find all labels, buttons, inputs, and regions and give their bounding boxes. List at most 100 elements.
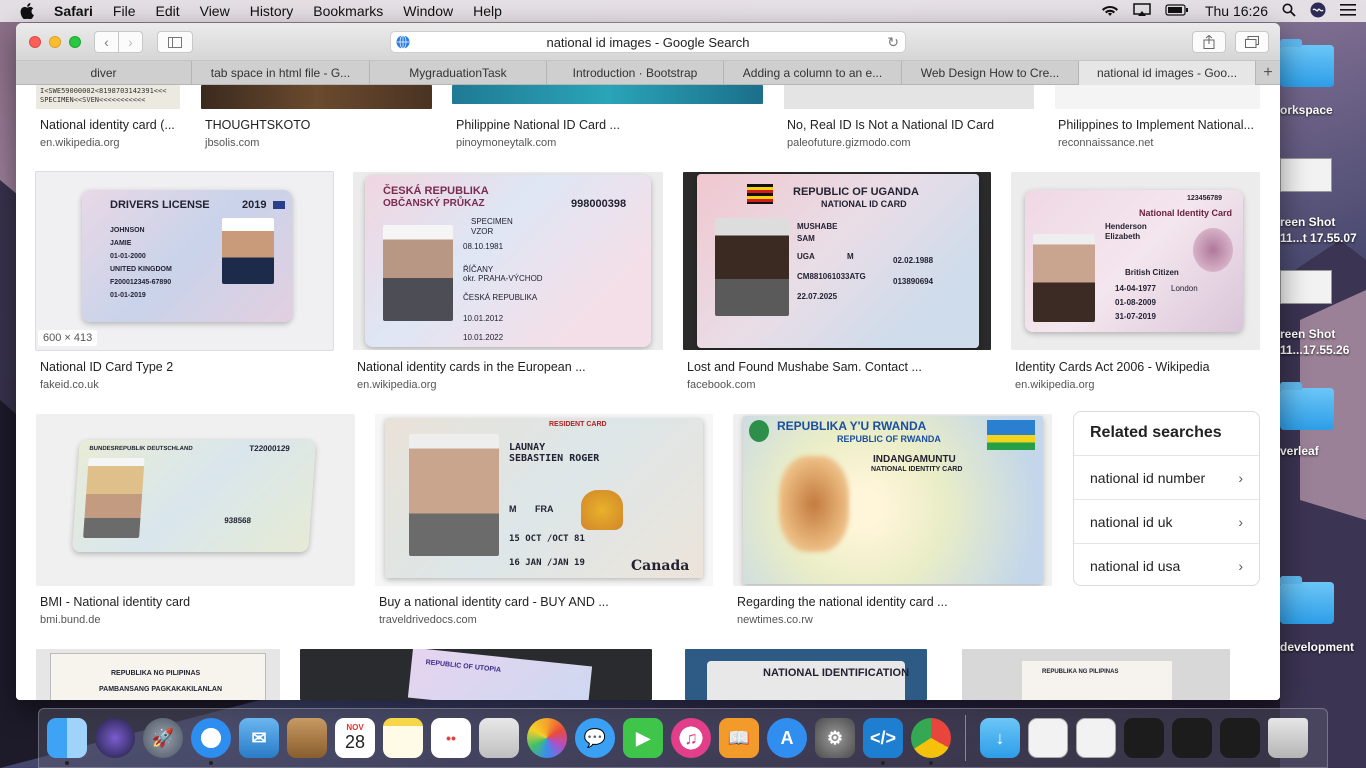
desktop-screenshot-icon[interactable] xyxy=(1280,158,1332,192)
tab-tab-space[interactable]: tab space in html file - G... xyxy=(192,61,370,85)
result-image[interactable] xyxy=(1055,85,1260,109)
tab-adding-column[interactable]: Adding a column to an e... xyxy=(724,61,902,85)
back-button[interactable]: ‹ xyxy=(94,31,119,53)
result-caption[interactable]: Regarding the national identity card ... xyxy=(737,595,948,609)
downloads-folder-icon[interactable]: ↓ xyxy=(980,718,1020,758)
app-store-icon[interactable]: A xyxy=(767,718,807,758)
result-source[interactable]: paleofuture.gizmodo.com xyxy=(787,137,911,149)
result-image-german-id[interactable]: BUNDESREPUBLIK DEUTSCHLAND T22000129 938… xyxy=(36,414,355,586)
new-tab-button[interactable]: + xyxy=(1256,61,1280,84)
apple-icon[interactable] xyxy=(20,3,40,19)
result-image-philippines-id[interactable]: REPUBLIKA NG PILIPINAS PAMBANSANG PAGKAK… xyxy=(36,649,280,700)
result-source[interactable]: en.wikipedia.org xyxy=(1015,379,1095,391)
result-image-uganda-id[interactable]: REPUBLIC OF UGANDA NATIONAL ID CARD MUSH… xyxy=(683,172,991,350)
related-search-item[interactable]: national id usa › xyxy=(1074,544,1259,588)
recent-document-icon[interactable] xyxy=(1076,718,1116,758)
chrome-icon[interactable] xyxy=(911,718,951,765)
finder-icon[interactable] xyxy=(47,718,87,765)
fullscreen-window-button[interactable] xyxy=(69,36,81,48)
airplay-icon[interactable] xyxy=(1133,2,1151,20)
share-button[interactable] xyxy=(1192,31,1226,53)
result-caption[interactable]: Identity Cards Act 2006 - Wikipedia xyxy=(1015,360,1210,374)
recent-document-icon[interactable] xyxy=(1028,718,1068,758)
result-source[interactable]: facebook.com xyxy=(687,379,755,391)
desktop-label-screenshot-1[interactable]: reen Shot xyxy=(1280,215,1335,229)
menu-help[interactable]: Help xyxy=(473,3,502,19)
notification-center-icon[interactable] xyxy=(1340,3,1356,20)
desktop-label-overleaf[interactable]: verleaf xyxy=(1280,444,1319,458)
minimize-window-button[interactable] xyxy=(49,36,61,48)
tab-web-design[interactable]: Web Design How to Cre... xyxy=(902,61,1079,85)
result-image-national-identification[interactable]: NATIONAL IDENTIFICATION xyxy=(685,649,927,700)
result-image-philippines-id-2[interactable]: REPUBLIKA NG PILIPINAS xyxy=(962,649,1230,700)
result-caption[interactable]: No, Real ID Is Not a National ID Card xyxy=(787,118,994,132)
result-caption[interactable]: BMI - National identity card xyxy=(40,595,190,609)
result-caption[interactable]: National identity cards in the European … xyxy=(357,360,586,374)
facetime-icon[interactable]: ▶ xyxy=(623,718,663,758)
result-image[interactable] xyxy=(452,85,763,104)
reminders-icon[interactable]: •• xyxy=(431,718,471,758)
launchpad-icon[interactable]: 🚀 xyxy=(143,718,183,758)
menu-app-name[interactable]: Safari xyxy=(54,3,93,19)
result-image[interactable] xyxy=(201,85,432,109)
photo-booth-icon[interactable] xyxy=(479,718,519,758)
result-image-utopia-id[interactable]: REPUBLIC OF UTOPIA xyxy=(300,649,652,700)
result-source[interactable]: jbsolis.com xyxy=(205,137,259,149)
desktop-folder-icon[interactable] xyxy=(1280,39,1334,87)
result-caption[interactable]: National ID Card Type 2 xyxy=(40,360,173,374)
result-image-uk-identity-card[interactable]: 123456789 National Identity Card Henders… xyxy=(1011,172,1260,350)
notes-icon[interactable] xyxy=(383,718,423,758)
vscode-icon[interactable]: </> xyxy=(863,718,903,765)
result-source[interactable]: en.wikipedia.org xyxy=(357,379,437,391)
desktop-label-screenshot-1-time[interactable]: 11...t 17.55.07 xyxy=(1280,231,1357,245)
related-search-item[interactable]: national id uk › xyxy=(1074,500,1259,544)
forward-button[interactable]: › xyxy=(118,31,143,53)
spotlight-icon[interactable] xyxy=(1282,3,1296,20)
calendar-icon[interactable]: NOV 28 xyxy=(335,718,375,758)
address-bar[interactable]: national id images - Google Search ↻ xyxy=(390,31,906,53)
siri-icon[interactable] xyxy=(1310,2,1326,21)
tab-diver[interactable]: diver xyxy=(16,61,192,85)
result-source[interactable]: en.wikipedia.org xyxy=(40,137,120,149)
safari-icon[interactable] xyxy=(191,718,231,765)
result-image-canada-resident-card[interactable]: RESIDENT CARD LAUNAY SEBASTIEN ROGER M F… xyxy=(375,414,713,586)
terminal-window-icon[interactable] xyxy=(1124,718,1164,758)
result-source[interactable]: pinoymoneytalk.com xyxy=(456,137,556,149)
result-caption[interactable]: THOUGHTSKOTO xyxy=(205,118,310,132)
show-tabs-button[interactable] xyxy=(1235,31,1269,53)
result-caption[interactable]: Lost and Found Mushabe Sam. Contact ... xyxy=(687,360,922,374)
result-image-drivers-license[interactable]: DRIVERS LICENSE 2019 JOHNSON JAMIE 01-01… xyxy=(36,172,333,350)
result-image-czech-id[interactable]: ČESKÁ REPUBLIKA OBČANSKÝ PRŮKAZ 99800039… xyxy=(353,172,663,350)
reload-icon[interactable]: ↻ xyxy=(887,34,899,51)
system-preferences-icon[interactable]: ⚙ xyxy=(815,718,855,758)
terminal-window-icon[interactable] xyxy=(1220,718,1260,758)
tab-mygraduationtask[interactable]: MygraduationTask xyxy=(370,61,547,85)
desktop-label-workspace[interactable]: orkspace xyxy=(1280,103,1333,117)
ibooks-icon[interactable]: 📖 xyxy=(719,718,759,758)
photos-icon[interactable] xyxy=(527,718,567,758)
result-caption[interactable]: Philippines to Implement National... xyxy=(1058,118,1254,132)
menu-edit[interactable]: Edit xyxy=(155,3,179,19)
tab-bootstrap[interactable]: Introduction · Bootstrap xyxy=(547,61,724,85)
result-source[interactable]: newtimes.co.rw xyxy=(737,614,813,626)
result-image-rwanda-id[interactable]: REPUBLIKA Y'U RWANDA REPUBLIC OF RWANDA … xyxy=(733,414,1052,586)
desktop-folder-icon[interactable] xyxy=(1280,576,1334,624)
menu-file[interactable]: File xyxy=(113,3,136,19)
menu-window[interactable]: Window xyxy=(403,3,453,19)
desktop-folder-icon[interactable] xyxy=(1280,382,1334,430)
result-caption[interactable]: Buy a national identity card - BUY AND .… xyxy=(379,595,609,609)
close-window-button[interactable] xyxy=(29,36,41,48)
result-source[interactable]: bmi.bund.de xyxy=(40,614,101,626)
messages-icon[interactable]: 💬 xyxy=(575,718,615,758)
result-source[interactable]: reconnaissance.net xyxy=(1058,137,1153,149)
menu-view[interactable]: View xyxy=(200,3,230,19)
battery-icon[interactable] xyxy=(1165,3,1189,19)
result-caption[interactable]: National identity card (... xyxy=(40,118,175,132)
result-image[interactable] xyxy=(784,85,1034,109)
menu-history[interactable]: History xyxy=(250,3,294,19)
menubar-clock[interactable]: Thu 16:26 xyxy=(1205,3,1268,19)
trash-icon[interactable] xyxy=(1268,718,1308,758)
result-source[interactable]: fakeid.co.uk xyxy=(40,379,99,391)
siri-icon[interactable] xyxy=(95,718,135,758)
result-source[interactable]: traveldrivedocs.com xyxy=(379,614,477,626)
